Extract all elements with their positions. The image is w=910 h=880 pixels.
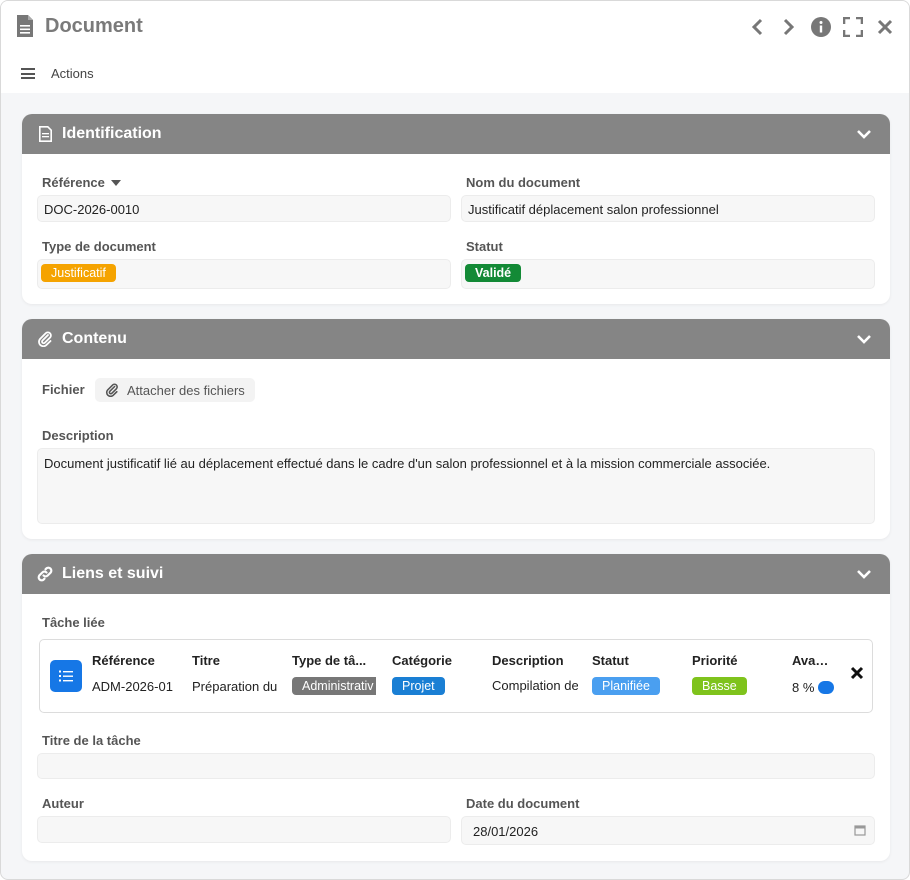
description-field[interactable]: Document justificatif lié au déplacement…: [37, 448, 875, 524]
task-type-badge: Administrativ: [292, 677, 376, 695]
reference-label[interactable]: Référence: [42, 175, 121, 190]
task-col-header: Catégorie: [392, 653, 452, 668]
task-progress-value: 8 %: [792, 680, 815, 695]
document-date-label: Date du document: [466, 796, 580, 811]
document-window: Document Actions Identification Référenc…: [0, 0, 910, 880]
contenu-panel: Contenu Fichier Attacher des fichiers De…: [22, 319, 890, 539]
contenu-header[interactable]: Contenu: [22, 319, 890, 359]
menu-icon: [21, 68, 35, 79]
previous-icon[interactable]: [745, 15, 769, 39]
task-category-badge: Projet: [392, 677, 445, 695]
calendar-icon[interactable]: [854, 824, 866, 836]
attach-files-button[interactable]: Attacher des fichiers: [95, 378, 255, 402]
description-label: Description: [42, 428, 114, 443]
status-label: Statut: [466, 239, 503, 254]
task-col-description: Description Compilation de: [492, 653, 578, 693]
contenu-title: Contenu: [62, 330, 127, 347]
task-col-categorie: Catégorie Projet: [392, 653, 482, 695]
window-controls: [745, 15, 897, 39]
identification-header[interactable]: Identification: [22, 114, 890, 154]
window-title: Document: [45, 15, 143, 37]
task-col-reference: Référence ADM-2026-01: [92, 653, 182, 694]
header: Document Actions: [1, 1, 909, 93]
status-field[interactable]: Validé: [461, 259, 875, 289]
document-date-value: 28/01/2026: [473, 824, 539, 839]
identification-title: Identification: [62, 125, 162, 142]
author-label: Auteur: [42, 796, 84, 811]
task-col-header: Titre: [192, 653, 220, 668]
task-col-type: Type de tâ... Administrativ: [292, 653, 378, 695]
task-status-badge: Planifiée: [592, 677, 660, 695]
chevron-down-icon[interactable]: [856, 331, 872, 347]
document-type-label: Type de document: [42, 239, 156, 254]
document-date-field[interactable]: 28/01/2026: [461, 816, 875, 845]
task-col-titre: Titre Préparation du: [192, 653, 278, 694]
task-description-value: Compilation de: [492, 678, 578, 693]
chevron-down-icon[interactable]: [856, 126, 872, 142]
task-col-header: Description: [492, 653, 564, 668]
close-icon[interactable]: [873, 15, 897, 39]
task-col-header: Type de tâ...: [292, 653, 367, 668]
remove-link-icon[interactable]: [850, 666, 864, 680]
progress-indicator: [818, 681, 835, 694]
task-col-header: Statut: [592, 653, 629, 668]
task-col-statut: Statut Planifiée: [592, 653, 682, 695]
identification-panel: Identification Référence DOC-2026-0010 N…: [22, 114, 890, 304]
info-icon[interactable]: [809, 15, 833, 39]
paperclip-icon: [36, 330, 54, 348]
document-icon: [17, 15, 33, 37]
next-icon[interactable]: [777, 15, 801, 39]
document-name-label: Nom du document: [466, 175, 581, 190]
link-icon: [36, 565, 54, 583]
attach-files-label: Attacher des fichiers: [127, 382, 245, 398]
reference-field[interactable]: DOC-2026-0010: [37, 195, 451, 222]
task-priority-badge: Basse: [692, 677, 747, 695]
task-reference-value: ADM-2026-01: [92, 679, 173, 694]
task-col-header: Priorité: [692, 653, 738, 668]
document-icon: [36, 125, 54, 143]
caret-down-icon: [110, 179, 121, 186]
task-col-header: Avance: [792, 653, 836, 668]
task-col-header: Référence: [92, 653, 155, 668]
chevron-down-icon[interactable]: [856, 566, 872, 582]
liens-panel: Liens et suivi Tâche liée Référence ADM-…: [22, 554, 890, 861]
task-title-field[interactable]: [37, 753, 875, 779]
task-title-value: Préparation du: [192, 679, 278, 694]
actions-label: Actions: [51, 66, 94, 81]
task-title-label: Titre de la tâche: [42, 733, 141, 748]
liens-title: Liens et suivi: [62, 565, 164, 582]
task-col-avancement: Avance 8 %: [792, 653, 836, 695]
actions-menu[interactable]: Actions: [21, 66, 94, 81]
linked-task-card[interactable]: Référence ADM-2026-01 Titre Préparation …: [39, 639, 873, 713]
file-label: Fichier: [42, 382, 85, 397]
fullscreen-icon[interactable]: [841, 15, 865, 39]
document-type-badge: Justificatif: [41, 264, 116, 282]
status-badge: Validé: [465, 264, 522, 282]
task-list-icon: [50, 660, 82, 692]
document-type-field[interactable]: Justificatif: [37, 259, 451, 289]
task-col-priorite: Priorité Basse: [692, 653, 782, 695]
linked-task-label: Tâche liée: [42, 615, 105, 630]
author-field[interactable]: [37, 816, 451, 843]
document-name-field[interactable]: Justificatif déplacement salon professio…: [461, 195, 875, 222]
paperclip-icon: [105, 383, 118, 397]
liens-header[interactable]: Liens et suivi: [22, 554, 890, 594]
